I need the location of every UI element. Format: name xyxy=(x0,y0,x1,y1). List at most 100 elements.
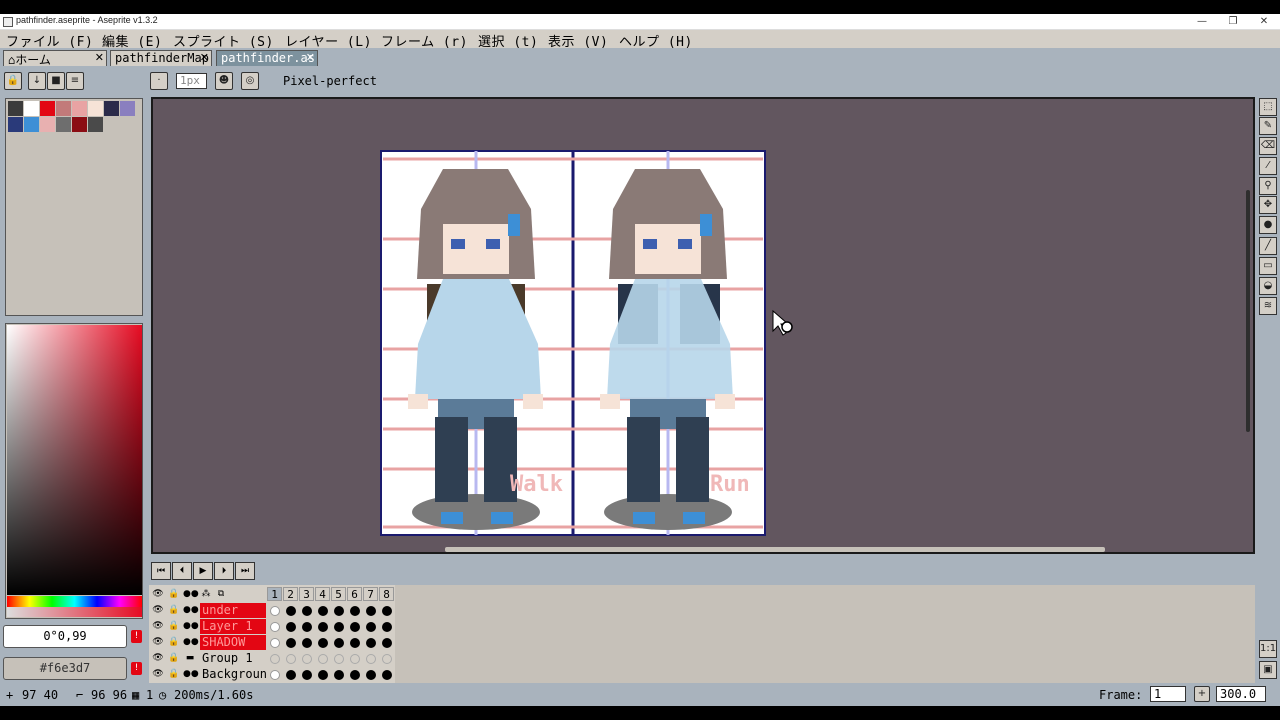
tab-pathfindermap[interactable]: pathfinderMap ✕ xyxy=(110,50,212,66)
lock-icon[interactable]: 🔒 xyxy=(167,587,181,601)
continuous-icon[interactable]: ●● xyxy=(183,667,199,681)
next-frame-icon[interactable]: ⏵ xyxy=(214,562,234,580)
pencil-tool-icon[interactable]: ✎ xyxy=(1259,117,1277,135)
palette-swatch[interactable] xyxy=(40,101,55,116)
link-icon[interactable]: ⧉ xyxy=(214,587,228,601)
palette-swatch[interactable] xyxy=(88,101,103,116)
timeline-cel[interactable] xyxy=(331,603,346,618)
timeline-cel[interactable] xyxy=(315,651,330,666)
timeline-cel[interactable] xyxy=(331,667,346,682)
timeline-cel[interactable] xyxy=(315,603,330,618)
zoom-tool-icon[interactable]: ⚲ xyxy=(1259,177,1277,195)
timeline-cel[interactable] xyxy=(347,619,362,634)
frame-header[interactable]: 3 xyxy=(299,587,314,601)
close-window-icon[interactable]: ✕ xyxy=(1248,14,1280,30)
palette-swatch[interactable] xyxy=(88,117,103,132)
lock-icon[interactable]: 🔒 xyxy=(167,651,181,665)
timeline-cel[interactable] xyxy=(299,667,314,682)
layer-name[interactable]: Group 1 xyxy=(200,651,266,666)
timeline-cel[interactable] xyxy=(363,603,378,618)
palette-swatch[interactable] xyxy=(8,101,23,116)
timeline-cel[interactable] xyxy=(331,635,346,650)
eye-icon[interactable]: 👁 xyxy=(151,619,165,633)
fg-color-field[interactable]: 0°0,99 xyxy=(3,625,127,648)
continuous-icon[interactable]: ●● xyxy=(183,587,199,601)
frame-header[interactable]: 7 xyxy=(363,587,378,601)
timeline-cel[interactable] xyxy=(379,667,394,682)
marquee-tool-icon[interactable]: ⬚ xyxy=(1259,98,1277,116)
timeline-cel[interactable] xyxy=(299,619,314,634)
timeline-cel[interactable] xyxy=(363,667,378,682)
eraser-tool-icon[interactable]: ⌫ xyxy=(1259,137,1277,155)
fill-tool-icon[interactable]: ● xyxy=(1259,216,1277,234)
timeline-cel[interactable] xyxy=(331,651,346,666)
onion-skin-icon[interactable]: ⁂ xyxy=(199,587,213,601)
timeline-cel[interactable] xyxy=(299,651,314,666)
timeline-cel[interactable] xyxy=(267,635,282,650)
lock-icon[interactable]: 🔒 xyxy=(167,635,181,649)
continuous-icon[interactable]: ●● xyxy=(183,603,199,617)
timeline-cel[interactable] xyxy=(363,651,378,666)
lasso-tool-icon[interactable]: ◒ xyxy=(1259,277,1277,295)
timeline-cel[interactable] xyxy=(299,603,314,618)
palette-swatch[interactable] xyxy=(56,117,71,132)
timeline-cel[interactable] xyxy=(315,619,330,634)
tab-pathfinder[interactable]: pathfinder.as ✕ xyxy=(216,50,318,66)
eye-icon[interactable]: 👁 xyxy=(151,603,165,617)
timeline-cel[interactable] xyxy=(283,619,298,634)
vertical-scrollbar[interactable] xyxy=(1246,190,1250,432)
frame-header[interactable]: 1 xyxy=(267,587,282,601)
timeline-cel[interactable] xyxy=(283,667,298,682)
timeline-cel[interactable] xyxy=(379,651,394,666)
line-tool-icon[interactable]: ╱ xyxy=(1259,237,1277,255)
bg-color-field[interactable]: #f6e3d7 xyxy=(3,657,127,680)
preview-icon[interactable]: ▣ xyxy=(1259,661,1277,679)
alpha-slider[interactable] xyxy=(7,607,142,617)
restore-icon[interactable]: ❐ xyxy=(1217,14,1249,30)
timeline-cel[interactable] xyxy=(347,651,362,666)
frame-input[interactable]: 1 xyxy=(1150,686,1186,702)
timeline-cel[interactable] xyxy=(379,619,394,634)
eye-icon[interactable]: 👁 xyxy=(151,651,165,665)
pressure-icon[interactable]: ◎ xyxy=(241,72,259,90)
prev-frame-icon[interactable]: ⏴ xyxy=(172,562,192,580)
timeline-empty-area[interactable] xyxy=(395,585,1255,683)
tab-home[interactable]: ⌂ホーム ✕ xyxy=(3,50,107,66)
timeline-cel[interactable] xyxy=(283,603,298,618)
timeline-cel[interactable] xyxy=(267,667,282,682)
layer-name[interactable]: SHADOW xyxy=(200,635,266,650)
timeline-cel[interactable] xyxy=(379,635,394,650)
last-frame-icon[interactable]: ⏭ xyxy=(235,562,255,580)
play-icon[interactable]: ▶ xyxy=(193,562,213,580)
palette-swatch[interactable] xyxy=(120,101,135,116)
arrow-down-icon[interactable]: ↓ xyxy=(28,72,46,90)
timeline-cel[interactable] xyxy=(363,619,378,634)
warning-icon[interactable]: ! xyxy=(131,662,142,675)
lock-icon[interactable]: 🔒 xyxy=(167,619,181,633)
eye-icon[interactable]: 👁 xyxy=(151,587,165,601)
close-tab-icon[interactable]: ✕ xyxy=(95,51,104,64)
sprite-canvas[interactable]: Walk Run xyxy=(153,99,1253,552)
first-frame-icon[interactable]: ⏮ xyxy=(151,562,171,580)
timeline-cel[interactable] xyxy=(331,619,346,634)
pixel-perfect-label[interactable]: Pixel-perfect xyxy=(283,74,377,88)
lock-icon[interactable]: 🔒 xyxy=(167,667,181,681)
horizontal-scrollbar[interactable] xyxy=(445,547,1105,552)
frame-header[interactable]: 8 xyxy=(379,587,394,601)
canvas-editor[interactable]: Walk Run xyxy=(151,97,1255,554)
timeline-cel[interactable] xyxy=(347,603,362,618)
saturation-value-box[interactable] xyxy=(7,325,142,595)
brush-shape-icon[interactable]: · xyxy=(150,72,168,90)
menu-lines-icon[interactable]: ≡ xyxy=(66,72,84,90)
timeline-cel[interactable] xyxy=(347,667,362,682)
move-tool-icon[interactable]: ✥ xyxy=(1259,196,1277,214)
timeline-cel[interactable] xyxy=(347,635,362,650)
timeline-cel[interactable] xyxy=(315,667,330,682)
palette-swatch[interactable] xyxy=(104,101,119,116)
hue-slider[interactable] xyxy=(7,596,142,607)
timeline-cel[interactable] xyxy=(283,635,298,650)
palette-swatch[interactable] xyxy=(72,117,87,132)
frame-header[interactable]: 5 xyxy=(331,587,346,601)
timeline-cel[interactable] xyxy=(363,635,378,650)
eyedropper-tool-icon[interactable]: ⁄ xyxy=(1259,157,1277,175)
